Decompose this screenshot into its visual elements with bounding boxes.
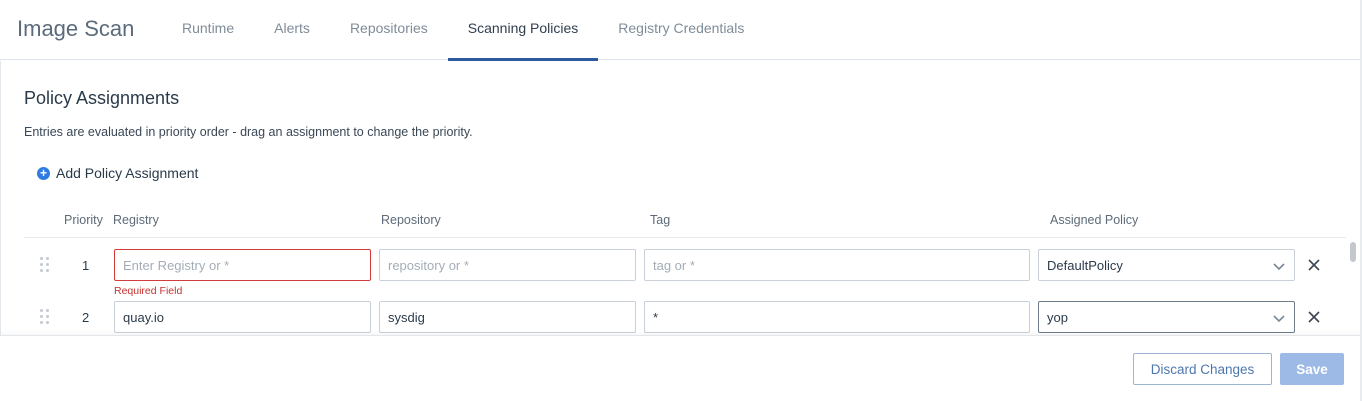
plus-circle-icon: + [37,166,50,180]
tab-registry-credentials[interactable]: Registry Credentials [598,0,764,60]
tab-alerts[interactable]: Alerts [254,0,330,60]
chevron-down-icon [1273,263,1285,271]
scrollbar[interactable] [1349,238,1356,335]
tab-scanning-policies[interactable]: Scanning Policies [447,0,599,61]
priority-value: 1 [82,258,90,273]
section-description: Entries are evaluated in priority order … [24,125,473,139]
column-header-tag: Tag [650,213,671,227]
column-header-registry: Registry [113,213,159,227]
column-header-repository: Repository [381,213,441,227]
table-row: 1 Required Field DefaultPolicy [24,238,1346,297]
assignment-rows: 1 Required Field DefaultPolicy [24,238,1346,335]
assigned-policy-select[interactable]: yop [1038,301,1295,333]
scrollbar-thumb[interactable] [1350,242,1356,262]
table-row: 2 yop [24,290,1346,335]
column-header-priority: Priority [64,213,103,227]
column-header-assigned-policy: Assigned Policy [1050,213,1139,227]
drag-handle-icon[interactable] [40,309,50,325]
add-policy-assignment-button[interactable]: + Add Policy Assignment [37,165,198,181]
header: Image Scan Runtime Alerts Repositories S… [0,0,1362,61]
chevron-down-icon [1273,315,1285,323]
repository-input[interactable] [379,249,636,281]
tab-repositories[interactable]: Repositories [330,0,448,60]
tab-runtime[interactable]: Runtime [162,0,254,60]
page-title: Image Scan [17,16,135,41]
repository-input[interactable] [379,301,636,333]
tab-bar: Runtime Alerts Repositories Scanning Pol… [162,0,764,61]
registry-input[interactable] [114,301,371,333]
tag-input[interactable] [644,301,1030,333]
save-button[interactable]: Save [1280,353,1344,385]
priority-value: 2 [82,310,90,325]
registry-input[interactable] [114,249,371,281]
close-icon[interactable] [1307,310,1321,324]
close-icon[interactable] [1307,258,1321,272]
app: Image Scan Runtime Alerts Repositories S… [0,0,1362,401]
add-policy-assignment-label: Add Policy Assignment [56,165,199,181]
policy-assignments-panel: Policy Assignments Entries are evaluated… [0,61,1356,401]
assigned-policy-value: yop [1047,309,1068,325]
section-title: Policy Assignments [24,88,180,108]
drag-handle-icon[interactable] [40,257,50,273]
tag-input[interactable] [644,249,1030,281]
assigned-policy-select[interactable]: DefaultPolicy [1038,249,1295,281]
assigned-policy-value: DefaultPolicy [1047,257,1123,273]
footer-actions: Discard Changes Save [0,335,1362,401]
discard-changes-button[interactable]: Discard Changes [1133,353,1272,385]
